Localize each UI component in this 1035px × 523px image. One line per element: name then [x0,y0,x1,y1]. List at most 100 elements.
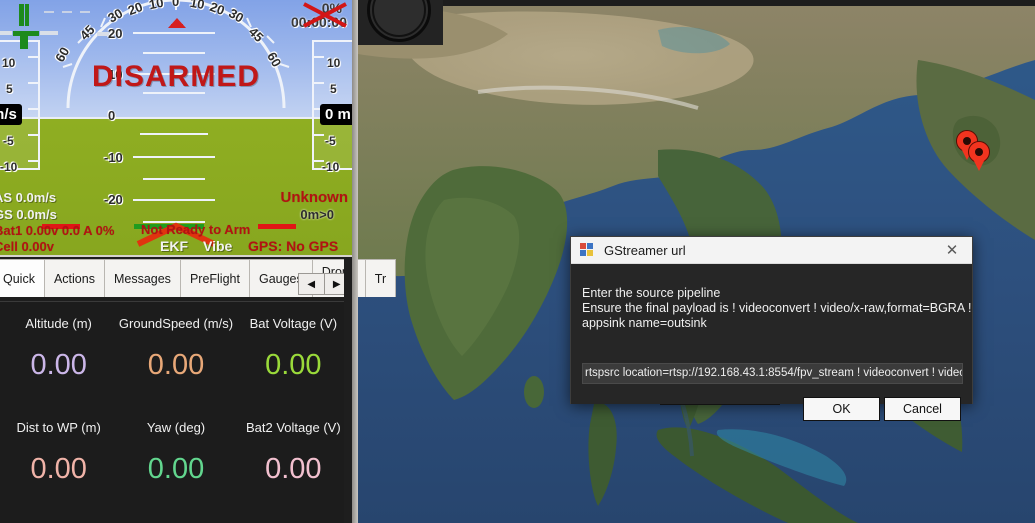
airspeed-text: AS 0.0m/s [0,190,57,205]
app-window-icon [580,242,595,258]
tab-label: Actions [53,271,95,286]
dialog-body: Enter the source pipeline Ensure the fin… [571,264,972,421]
telemetry-row: Dist to WP (m) 0.00 Yaw (deg) 0.00 Bat2 … [0,406,352,486]
dialog-instruction-line-2: Ensure the final payload is ! videoconve… [582,301,972,315]
alt-tape-5: 5 [330,82,337,96]
tab-label: Tr [374,271,387,286]
telemetry-label: GroundSpeed (m/s) [118,316,234,331]
panel-splitter[interactable] [352,0,358,523]
tab-actions[interactable]: Actions [44,259,105,297]
pitch-label-minus20: -20 [104,192,123,207]
ok-button[interactable]: OK [803,397,880,421]
tab-label: Quick [3,271,35,286]
alt-tape-minus10: -10 [322,160,340,174]
pitch-label-20: 20 [108,26,123,41]
map-marker-2[interactable] [968,141,990,171]
tab-preflight[interactable]: PreFlight [180,259,250,297]
dialog-instruction-line-3: appsink name=outsink [582,316,707,330]
telemetry-cell-bat-voltage[interactable]: Bat Voltage (V) 0.00 [235,302,352,382]
gstreamer-url-dialog[interactable]: GStreamer url ✕ Enter the source pipelin… [570,236,973,421]
telemetry-value: 0.00 [30,453,87,485]
tab-label: Gauges [258,271,303,286]
flight-mode-text: Unknown [280,189,349,206]
telemetry-cell-groundspeed[interactable]: GroundSpeed (m/s) 0.00 [117,302,234,382]
altitude-readout: 0 m [320,104,352,125]
app-root: 60 45 30 20 10 0 10 20 30 45 60 20 10 0 [0,0,1035,523]
gauge-minor-tick-3 [80,11,90,13]
compass-panel[interactable] [358,0,443,45]
telemetry-label: Bat Voltage (V) [249,316,338,331]
gauge-tick-right [40,31,58,35]
map-toolbar-strip [443,0,1035,6]
gps-status-text: GPS: No GPS [248,238,339,254]
telemetry-data-grid: Altitude (m) 0.00 GroundSpeed (m/s) 0.00… [0,301,352,523]
gauge-bar-vertical [19,4,24,26]
tab-quick[interactable]: Quick [0,259,45,297]
vibe-indicator[interactable]: Vibe [203,238,232,254]
tab-strip: Quick Actions Messages PreFlight Gauges … [0,257,397,301]
telemetry-label: Yaw (deg) [146,420,206,435]
roll-pointer-icon [168,18,186,28]
telemetry-cell-dist-to-wp[interactable]: Dist to WP (m) 0.00 [0,406,117,486]
airspeed-readout: m/s [0,104,22,125]
roll-tick-0: 0 [172,0,180,9]
tab-label: Messages [113,271,171,286]
pitch-line [143,178,205,180]
hud-primary-flight-display[interactable]: 60 45 30 20 10 0 10 20 30 45 60 20 10 0 [0,0,352,255]
tab-messages[interactable]: Messages [104,259,181,297]
tab-transponder[interactable]: Tr [365,259,397,297]
speed-tape-5: 5 [6,82,13,96]
dialog-title-bar[interactable]: GStreamer url ✕ [571,237,972,264]
alt-tape-minus5: -5 [325,134,336,148]
gauge-minor-tick-4 [97,32,109,36]
groundspeed-text: GS 0.0m/s [0,207,57,222]
battery1-text: Bat1 0.00v 0.0 A 0% [0,223,115,238]
telemetry-label: Bat2 Voltage (V) [245,420,341,435]
arm-warning-text: Not Ready to Arm [141,222,251,237]
gauge-stem [20,35,28,49]
gauge-tick-left [0,31,12,35]
hud-horizon-line [0,117,352,119]
cancel-button[interactable]: Cancel [884,397,961,421]
marker-tail [972,157,986,171]
telemetry-label: Dist to WP (m) [16,420,101,435]
telemetry-label: Altitude (m) [25,316,92,331]
hud-red-bar-right [258,224,296,229]
alt-tape-10: 10 [327,56,341,70]
pitch-label-minus10: -10 [104,150,123,165]
pitch-line [133,199,215,201]
pitch-label-0-mid: 0 [108,108,116,123]
cell-voltage-text: Cell 0.00v [0,239,54,254]
marker-dot [975,148,983,156]
speed-tape-10: 10 [2,56,16,70]
telemetry-value: 0.00 [265,453,322,485]
telemetry-value: 0.00 [147,453,205,485]
telemetry-value: 0.00 [265,349,322,381]
pipeline-input[interactable]: rtspsrc location=rtsp://192.168.43.1:855… [582,363,963,384]
wp-distance-text: 0m>0 [300,207,334,222]
tab-label: PreFlight [189,271,240,286]
ekf-indicator[interactable]: EKF [160,238,188,254]
telemetry-value: 0.00 [147,349,205,381]
speed-tape-minus5: -5 [3,134,14,148]
tab-scroll-controls[interactable]: ◀ ▶ [298,273,350,295]
pitch-line [140,133,208,135]
telemetry-value: 0.00 [30,349,87,381]
panel-splitter-lower [344,257,352,523]
pitch-line [133,32,215,34]
tab-scroll-left-icon[interactable]: ◀ [299,274,325,294]
telemetry-cell-altitude[interactable]: Altitude (m) 0.00 [0,302,117,382]
dialog-instruction-line-1: Enter the source pipeline [582,286,721,300]
mission-planner-left-panel: 60 45 30 20 10 0 10 20 30 45 60 20 10 0 [0,0,397,523]
arm-status-text: DISARMED [91,60,260,93]
gauge-bar-vertical-2 [25,4,29,26]
dialog-title: GStreamer url [604,242,686,258]
gauge-minor-tick-1 [44,11,54,13]
telemetry-row: Altitude (m) 0.00 GroundSpeed (m/s) 0.00… [0,302,352,382]
link-lost-x-icon [303,2,347,28]
pitch-line [133,156,215,158]
pitch-line [143,52,205,54]
telemetry-cell-yaw[interactable]: Yaw (deg) 0.00 [117,406,234,486]
close-icon[interactable]: ✕ [932,237,972,264]
telemetry-cell-bat2-voltage[interactable]: Bat2 Voltage (V) 0.00 [235,406,352,486]
